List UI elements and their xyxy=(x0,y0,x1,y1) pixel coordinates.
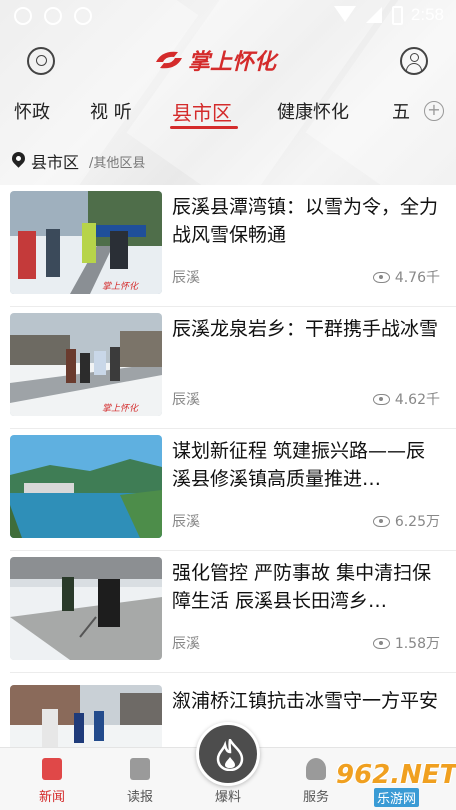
signal-icon xyxy=(366,7,382,23)
news-item[interactable]: 强化管控 严防事故 集中清扫保障生活 辰溪县长田湾乡… 辰溪 1.58万 xyxy=(0,551,456,673)
wifi-icon xyxy=(334,6,356,22)
channel-tabs: 怀政 视 听 县市区 健康怀化 五 + xyxy=(0,88,456,136)
view-count: 4.76千 xyxy=(394,270,440,286)
nav-news[interactable]: 新闻 xyxy=(12,748,92,810)
location-pin-icon xyxy=(9,149,28,168)
watermark-text: 962.NET xyxy=(336,760,456,790)
other-counties-link[interactable]: /其他区县 xyxy=(89,152,145,171)
news-title: 溆浦桥江镇抗击冰雪守一方平安 xyxy=(172,690,439,712)
news-title: 强化管控 严防事故 集中清扫保障生活 辰溪县长田湾乡… xyxy=(172,562,432,612)
svg-text:掌上怀化: 掌上怀化 xyxy=(102,403,139,414)
tab-county[interactable]: 县市区 xyxy=(172,97,232,126)
news-title: 辰溪龙泉岩乡：干群携手战冰雪 xyxy=(172,318,439,340)
news-item[interactable]: 谋划新征程 筑建振兴路——辰溪县修溪镇高质量推进… 辰溪 6.25万 xyxy=(0,429,456,551)
tab-huaizheng[interactable]: 怀政 xyxy=(14,98,50,124)
app-header: 掌上怀化 xyxy=(0,34,456,88)
news-title: 谋划新征程 筑建振兴路——辰溪县修溪镇高质量推进… xyxy=(172,440,426,490)
newspaper-icon xyxy=(130,758,150,780)
nav-newspaper-label: 读报 xyxy=(126,790,153,805)
view-count: 4.62千 xyxy=(394,392,440,408)
news-source: 辰溪 xyxy=(172,270,200,286)
notification-icon xyxy=(44,7,62,25)
eye-icon xyxy=(372,271,390,283)
app-logo: 掌上怀化 xyxy=(152,44,276,76)
news-source: 辰溪 xyxy=(172,392,200,408)
nav-news-label: 新闻 xyxy=(38,790,65,805)
view-count: 1.58万 xyxy=(394,636,440,652)
news-views: 4.62千 xyxy=(372,389,440,409)
eye-icon xyxy=(372,637,390,649)
news-item[interactable]: 掌上怀化 辰溪龙泉岩乡：干群携手战冰雪 辰溪 4.62千 xyxy=(0,307,456,429)
logo-mark-icon xyxy=(152,48,186,72)
notification-icon xyxy=(74,7,92,25)
search-icon[interactable] xyxy=(27,47,55,75)
news-thumbnail xyxy=(10,557,162,660)
news-list: 掌上怀化 辰溪县潭湾镇：以雪为令，全力战风雪保畅通 辰溪 4.76千 掌上怀化 xyxy=(0,185,456,747)
active-tab-indicator xyxy=(170,126,238,129)
news-source: 辰溪 xyxy=(172,636,200,652)
news-thumbnail xyxy=(10,435,162,538)
news-thumbnail xyxy=(10,685,162,747)
logo-text: 掌上怀化 xyxy=(188,50,277,75)
news-views: 4.76千 xyxy=(372,267,440,287)
news-thumbnail: 掌上怀化 xyxy=(10,191,162,294)
site-watermark: 962.NET 乐游网 xyxy=(302,760,456,807)
current-location[interactable]: 县市区 xyxy=(31,149,79,173)
tipoff-fab-button[interactable] xyxy=(196,722,260,786)
user-profile-icon[interactable] xyxy=(400,47,428,75)
divider xyxy=(10,672,456,673)
news-views: 1.58万 xyxy=(372,633,440,653)
news-item[interactable]: 掌上怀化 辰溪县潭湾镇：以雪为令，全力战风雪保畅通 辰溪 4.76千 xyxy=(0,185,456,307)
news-views: 6.25万 xyxy=(372,511,440,531)
nav-tipoff-label: 爆料 xyxy=(214,790,241,805)
nav-newspaper[interactable]: 读报 xyxy=(100,748,180,810)
tab-shiting[interactable]: 视 听 xyxy=(90,98,132,124)
news-thumbnail: 掌上怀化 xyxy=(10,313,162,416)
tab-wu[interactable]: 五 xyxy=(392,98,410,124)
eye-icon xyxy=(372,393,390,405)
watermark-subtext: 乐游网 xyxy=(374,788,420,807)
add-channel-icon[interactable]: + xyxy=(424,101,444,121)
tab-health[interactable]: 健康怀化 xyxy=(277,98,349,124)
notification-icon xyxy=(14,7,32,25)
news-title: 辰溪县潭湾镇：以雪为令，全力战风雪保畅通 xyxy=(172,196,439,246)
eye-icon xyxy=(372,515,390,527)
flame-icon xyxy=(216,739,244,771)
news-source: 辰溪 xyxy=(172,514,200,530)
svg-text:掌上怀化: 掌上怀化 xyxy=(102,281,139,292)
status-time: 2:58 xyxy=(410,5,444,24)
location-selector[interactable]: 县市区 /其他区县 xyxy=(0,146,456,176)
view-count: 6.25万 xyxy=(394,514,440,530)
status-bar: 2:58 xyxy=(0,0,456,34)
battery-icon xyxy=(392,6,403,25)
news-icon xyxy=(42,758,62,780)
